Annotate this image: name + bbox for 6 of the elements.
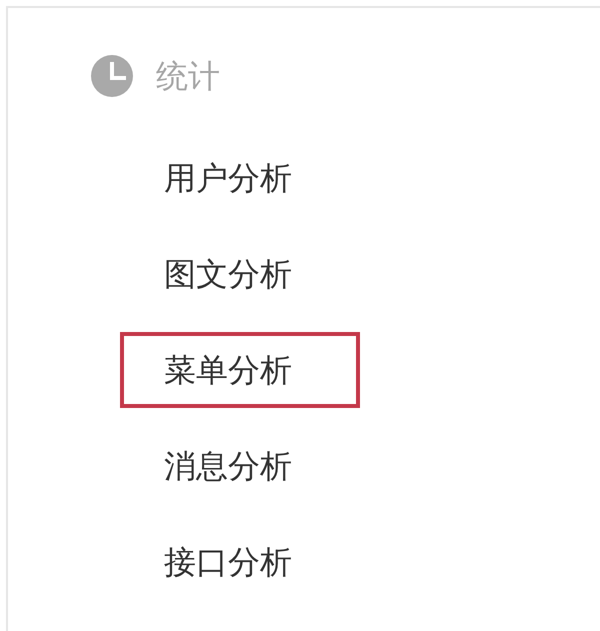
menu-item[interactable]: 消息分析 [120, 428, 360, 504]
menu-item[interactable]: 用户分析 [120, 140, 360, 216]
menu-item[interactable]: 图文分析 [120, 236, 360, 312]
section-title: 统计 [156, 60, 220, 92]
menu-item[interactable]: 菜单分析 [120, 332, 360, 408]
menu-item[interactable]: 接口分析 [120, 524, 360, 600]
